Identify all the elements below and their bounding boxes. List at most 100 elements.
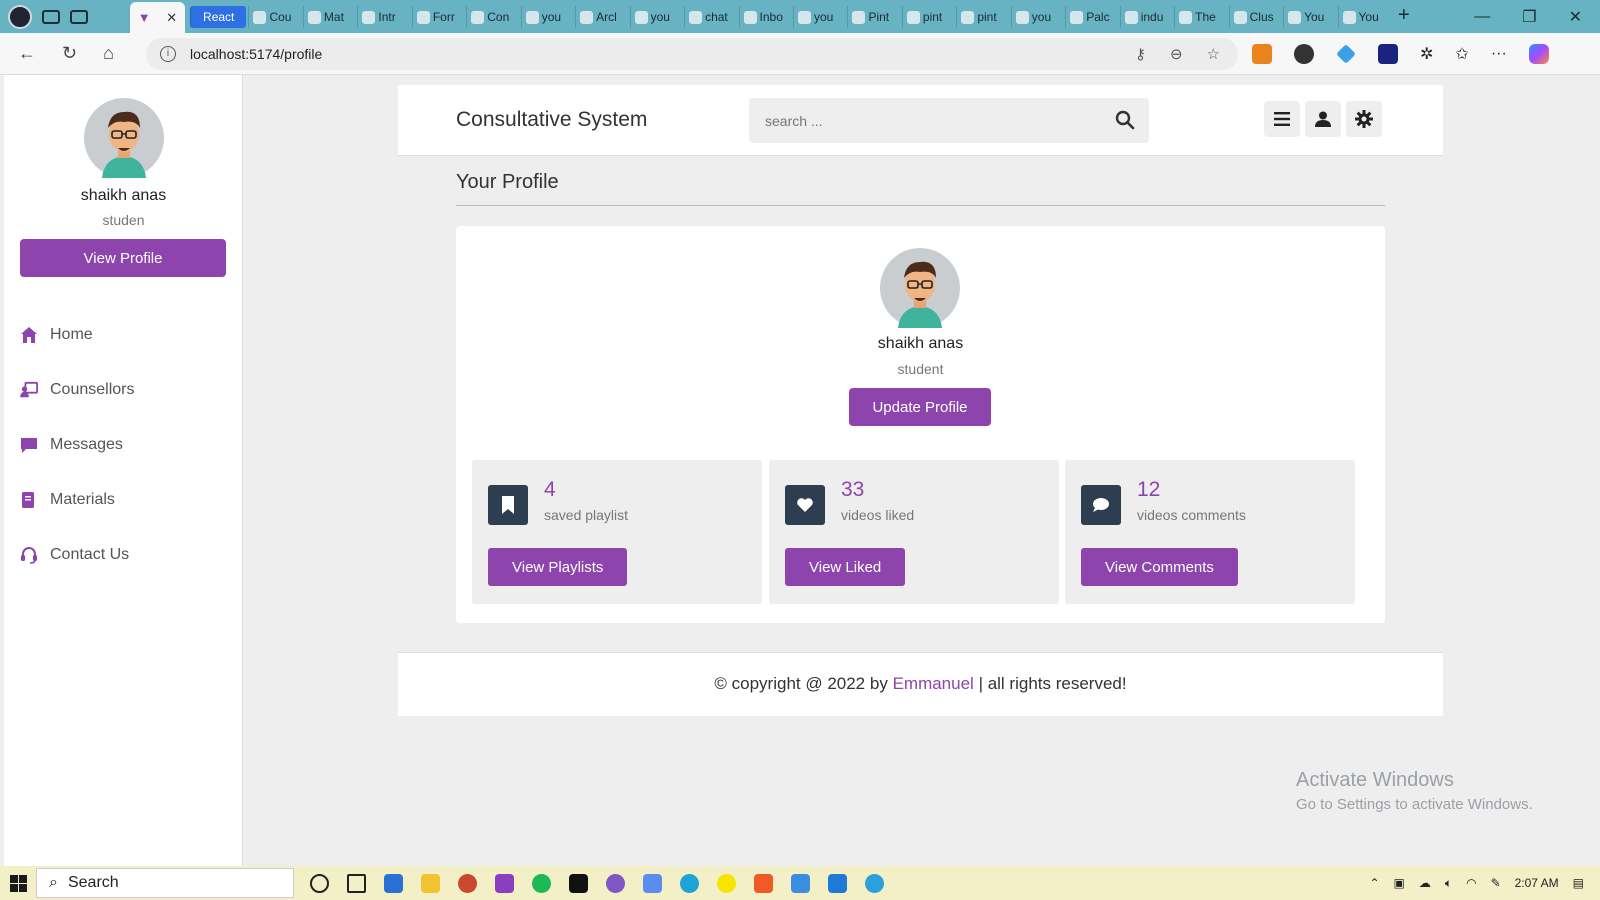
edge-icon[interactable] xyxy=(680,873,699,893)
search-icon[interactable] xyxy=(1115,110,1135,135)
copilot-icon[interactable] xyxy=(1528,44,1549,64)
tab-label: you xyxy=(650,10,670,24)
browser-tab[interactable]: Pint xyxy=(847,6,899,28)
browser-tab[interactable]: You xyxy=(1283,6,1335,28)
extension-square-icon[interactable] xyxy=(1378,44,1398,64)
pen-icon[interactable]: ✎ xyxy=(1491,876,1501,890)
browser-tab[interactable]: Mat xyxy=(302,6,355,28)
volume-icon[interactable]: 🔈︎ xyxy=(1445,876,1452,891)
extensions-puzzle-icon[interactable]: ✲ xyxy=(1420,44,1433,64)
browser-tab[interactable]: pint xyxy=(956,6,1008,28)
site-info-icon[interactable]: i xyxy=(160,46,176,62)
vscode-icon[interactable] xyxy=(828,873,847,893)
tray-chevron-icon[interactable]: ⌃ xyxy=(1369,876,1379,890)
extension-diamond-icon[interactable] xyxy=(1336,44,1356,64)
new-tab-button[interactable]: + xyxy=(1398,4,1410,27)
search-input[interactable] xyxy=(765,112,1095,129)
view-profile-button[interactable]: View Profile xyxy=(20,239,226,277)
view-liked-button[interactable]: View Liked xyxy=(785,548,906,586)
zoom-icon[interactable]: ⊖ xyxy=(1170,45,1183,63)
favorite-star-icon[interactable]: ☆ xyxy=(1207,45,1220,63)
spotify-icon[interactable] xyxy=(532,873,551,893)
refresh-icon[interactable]: ↻ xyxy=(62,43,77,64)
app-purple-icon[interactable] xyxy=(606,873,625,893)
tab-favicon-icon xyxy=(1288,10,1302,24)
browser-tab[interactable]: Clus xyxy=(1228,6,1281,28)
telegram-icon[interactable] xyxy=(865,873,884,893)
favorites-icon[interactable]: ✩ xyxy=(1455,44,1468,64)
app-hexagon-icon[interactable] xyxy=(643,873,662,893)
sidebar-item-materials[interactable]: Materials xyxy=(20,472,134,527)
start-button[interactable] xyxy=(0,874,36,892)
sidebar-item-label: Messages xyxy=(50,435,123,453)
browser-tab[interactable]: Palc xyxy=(1065,6,1117,28)
tray-app-icon[interactable]: ▣ xyxy=(1394,876,1405,890)
footer-author-link[interactable]: Emmanuel xyxy=(893,674,974,693)
restore-icon[interactable]: ❐ xyxy=(1522,7,1536,27)
browser-tab[interactable]: Con xyxy=(466,6,518,28)
browser-tab[interactable]: chat xyxy=(684,6,736,28)
sidebar-item-contact-us[interactable]: Contact Us xyxy=(20,527,134,582)
windows-logo-icon xyxy=(9,874,27,892)
browser-tab[interactable]: you xyxy=(520,6,573,28)
minimize-icon[interactable]: — xyxy=(1474,8,1490,26)
onedrive-icon[interactable]: ☁ xyxy=(1419,876,1431,890)
jetbrains-icon[interactable] xyxy=(569,873,588,893)
browser-tab[interactable]: you xyxy=(792,6,845,28)
password-key-icon[interactable]: ⚷ xyxy=(1135,45,1146,63)
browser-tab[interactable]: You xyxy=(1337,6,1390,28)
browser-tab[interactable]: Cou xyxy=(248,6,300,28)
browser-tab[interactable]: you xyxy=(629,6,682,28)
tab-label: You xyxy=(1304,10,1325,24)
back-icon[interactable]: ← xyxy=(18,43,36,64)
tab-close-button[interactable]: ✕ xyxy=(166,10,177,26)
bookmark-icon xyxy=(488,485,528,525)
browser-tab[interactable]: you xyxy=(1010,6,1063,28)
chalkboard-teacher-icon xyxy=(20,381,38,399)
brave-icon[interactable] xyxy=(754,873,773,893)
notifications-icon[interactable]: ▤ xyxy=(1573,876,1584,890)
more-menu-icon[interactable]: ··· xyxy=(1491,45,1507,63)
brand-title[interactable]: Consultative System xyxy=(456,108,647,132)
browser-tab[interactable]: The xyxy=(1174,6,1226,28)
update-profile-button[interactable]: Update Profile xyxy=(849,388,991,426)
taskbar-search[interactable]: ⌕ Search xyxy=(36,868,294,898)
workspaces-icon[interactable] xyxy=(42,9,60,24)
sidebar-item-home[interactable]: Home xyxy=(20,307,134,362)
cortana-icon[interactable] xyxy=(310,873,329,893)
address-bar: ← ↻ ⌂ i localhost:5174/profile ⚷ ⊖ ☆ ✲ ✩… xyxy=(0,33,1600,75)
browser-tab[interactable]: React xyxy=(190,6,247,28)
browser-tab[interactable]: indu xyxy=(1119,6,1172,28)
clock-time[interactable]: 2:07 AM xyxy=(1515,876,1559,890)
browser-tab[interactable]: pint xyxy=(901,6,954,28)
close-window-icon[interactable]: ✕ xyxy=(1569,7,1582,27)
store-icon[interactable] xyxy=(384,873,403,893)
browser-profile-avatar[interactable] xyxy=(8,4,32,29)
app-target-icon[interactable] xyxy=(458,873,477,893)
photos-icon[interactable] xyxy=(791,873,810,893)
view-comments-button[interactable]: View Comments xyxy=(1081,548,1238,586)
extension-w-icon[interactable] xyxy=(1294,44,1314,64)
settings-button[interactable] xyxy=(1346,101,1382,137)
browser-tab[interactable]: Inbo xyxy=(738,6,791,28)
task-view-icon[interactable] xyxy=(347,873,366,893)
browser-tab[interactable]: Arcl xyxy=(575,6,627,28)
view-playlists-button[interactable]: View Playlists xyxy=(488,548,628,586)
browser-tab[interactable]: Forr xyxy=(411,6,464,28)
browser-tab[interactable]: Intr xyxy=(357,6,409,28)
file-explorer-icon[interactable] xyxy=(421,873,440,893)
tab-actions-icon[interactable] xyxy=(70,9,88,24)
wifi-icon[interactable]: ◠ xyxy=(1466,876,1476,890)
tab-favicon-icon xyxy=(253,10,267,24)
url-field[interactable]: i localhost:5174/profile ⚷ ⊖ ☆ xyxy=(146,38,1238,70)
sidebar-item-messages[interactable]: Messages xyxy=(20,417,134,472)
metamask-extension-icon[interactable] xyxy=(1252,44,1272,64)
visual-studio-icon[interactable] xyxy=(495,873,514,893)
tab-label: Clus xyxy=(1249,10,1274,24)
home-browser-icon[interactable]: ⌂ xyxy=(103,43,114,64)
sidebar-item-counsellors[interactable]: Counsellors xyxy=(20,362,134,417)
tab-active[interactable]: ▼ ✕ xyxy=(130,2,185,33)
menu-button[interactable] xyxy=(1264,101,1300,137)
snapchat-icon[interactable] xyxy=(717,873,736,893)
user-button[interactable] xyxy=(1305,101,1341,137)
